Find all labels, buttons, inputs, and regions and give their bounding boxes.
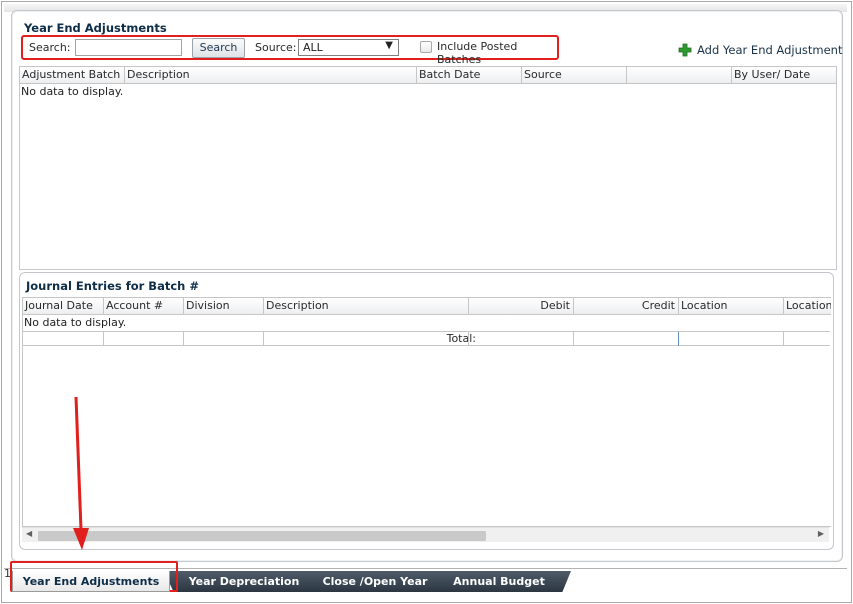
total-cell-divider: [468, 332, 469, 346]
column-header[interactable]: Location: [678, 298, 783, 314]
journal-entries-title: Journal Entries for Batch #: [26, 279, 199, 293]
column-header[interactable]: Location: [783, 298, 831, 314]
column-header[interactable]: Description: [263, 298, 468, 314]
include-posted-label: Include Posted Batches: [437, 40, 518, 66]
search-input[interactable]: [75, 39, 182, 56]
column-header[interactable]: Account #: [103, 298, 183, 314]
plus-icon: [678, 43, 692, 57]
grid-header: Adjustment Batch # Description Batch Dat…: [20, 67, 836, 84]
column-header[interactable]: [626, 67, 731, 83]
include-posted-checkbox[interactable]: [420, 41, 432, 53]
column-header[interactable]: Division: [183, 298, 263, 314]
total-cell-divider: [183, 332, 184, 346]
source-label: Source:: [255, 41, 297, 54]
source-select[interactable]: ALL ▼: [298, 39, 399, 56]
arrow-right-icon[interactable]: ▶: [818, 529, 824, 538]
search-button[interactable]: Search: [192, 38, 245, 58]
column-header[interactable]: Source: [521, 67, 626, 83]
column-header[interactable]: Debit: [468, 298, 573, 314]
total-cell-divider: [103, 332, 104, 346]
tab-annual-budget[interactable]: Annual Budget: [427, 571, 571, 592]
column-header[interactable]: Adjustment Batch #: [20, 67, 124, 83]
tab-year-depreciation[interactable]: Year Depreciation: [164, 571, 324, 592]
chevron-down-icon: ▼: [385, 40, 393, 51]
total-cell-divider: [573, 332, 574, 346]
total-cell-divider: [263, 332, 264, 346]
journal-entries-panel: Journal Entries for Batch # Journal Date…: [19, 272, 834, 550]
column-header[interactable]: Journal Date: [23, 298, 103, 314]
journal-entries-grid: Journal Date Account # Division Descript…: [22, 297, 831, 527]
search-label: Search:: [29, 41, 71, 54]
total-cell-divider: [783, 332, 784, 346]
totals-row: Total:: [23, 331, 830, 346]
tab-close-open-year[interactable]: Close /Open Year: [301, 571, 449, 592]
column-header[interactable]: Batch Date: [416, 67, 521, 83]
total-cell-divider: [678, 332, 679, 346]
scrollbar-thumb[interactable]: [38, 531, 486, 541]
arrow-left-icon[interactable]: ◀: [26, 529, 32, 538]
empty-message: No data to display.: [21, 85, 124, 98]
search-filter-bar: Search: Search Source: ALL ▼ Include Pos…: [21, 35, 559, 66]
tab-year-end-adjustments[interactable]: Year End Adjustments: [12, 571, 170, 592]
add-year-end-adjustment-button[interactable]: Add Year End Adjustment: [678, 42, 842, 58]
add-button-label: Add Year End Adjustment: [697, 43, 843, 57]
horizontal-scrollbar[interactable]: ◀ ▶: [22, 527, 829, 542]
column-header[interactable]: By User/ Date: [731, 67, 836, 83]
page-title: Year End Adjustments: [24, 21, 167, 35]
source-select-value: ALL: [303, 41, 323, 54]
adjustment-batches-grid: Adjustment Batch # Description Batch Dat…: [19, 66, 837, 270]
column-header[interactable]: Credit: [573, 298, 678, 314]
total-label: Total:: [446, 332, 476, 345]
tab-bar: Annual Budget Close /Open Year Year Depr…: [4, 568, 847, 592]
empty-message: No data to display.: [24, 316, 127, 329]
grid-header: Journal Date Account # Division Descript…: [23, 298, 831, 315]
column-header[interactable]: Description: [124, 67, 416, 83]
